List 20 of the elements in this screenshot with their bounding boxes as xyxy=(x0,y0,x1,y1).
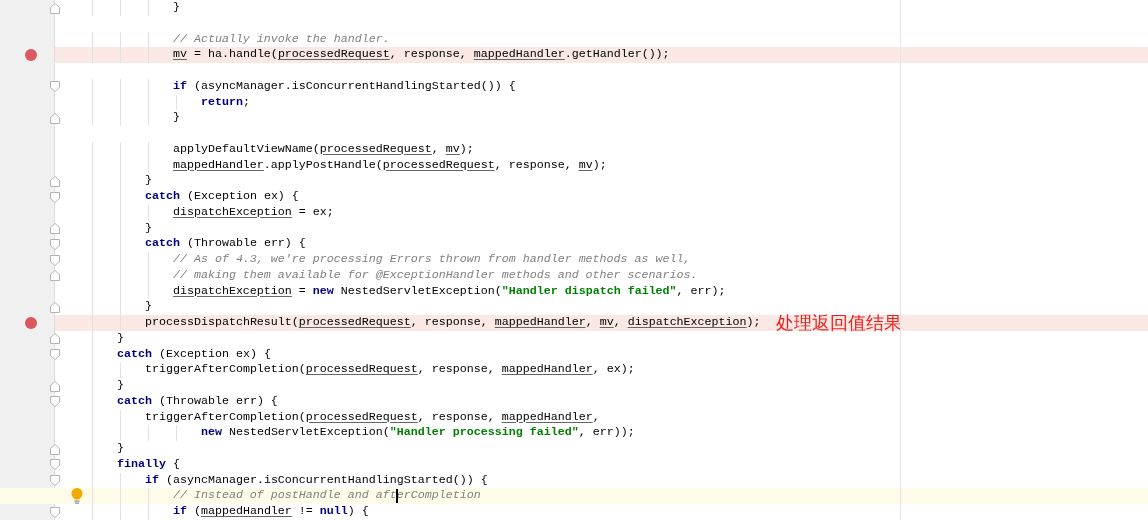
fold-marker-icon[interactable] xyxy=(50,380,60,392)
fold-marker-icon[interactable] xyxy=(50,459,60,471)
fold-marker-icon[interactable] xyxy=(50,506,60,518)
lightbulb-icon[interactable] xyxy=(71,488,83,505)
fold-marker-icon[interactable] xyxy=(50,2,60,14)
fold-marker-icon[interactable] xyxy=(50,112,60,124)
fold-marker-icon[interactable] xyxy=(50,175,60,187)
fold-marker-icon[interactable] xyxy=(50,238,60,250)
fold-marker-icon[interactable] xyxy=(50,396,60,408)
fold-marker-icon[interactable] xyxy=(50,443,60,455)
annotation-text: 处理返回值结果 xyxy=(775,314,902,331)
fold-marker-icon[interactable] xyxy=(50,475,60,486)
fold-marker-icon[interactable] xyxy=(50,223,60,234)
fold-marker-icon[interactable] xyxy=(50,254,60,266)
fold-marker-icon[interactable] xyxy=(50,270,60,282)
fold-marker-icon[interactable] xyxy=(50,191,60,203)
fold-marker-icon[interactable] xyxy=(50,301,60,313)
fold-marker-icon[interactable] xyxy=(50,349,60,360)
fold-marker-icon[interactable] xyxy=(50,333,60,345)
fold-marker-icon[interactable] xyxy=(50,81,60,93)
